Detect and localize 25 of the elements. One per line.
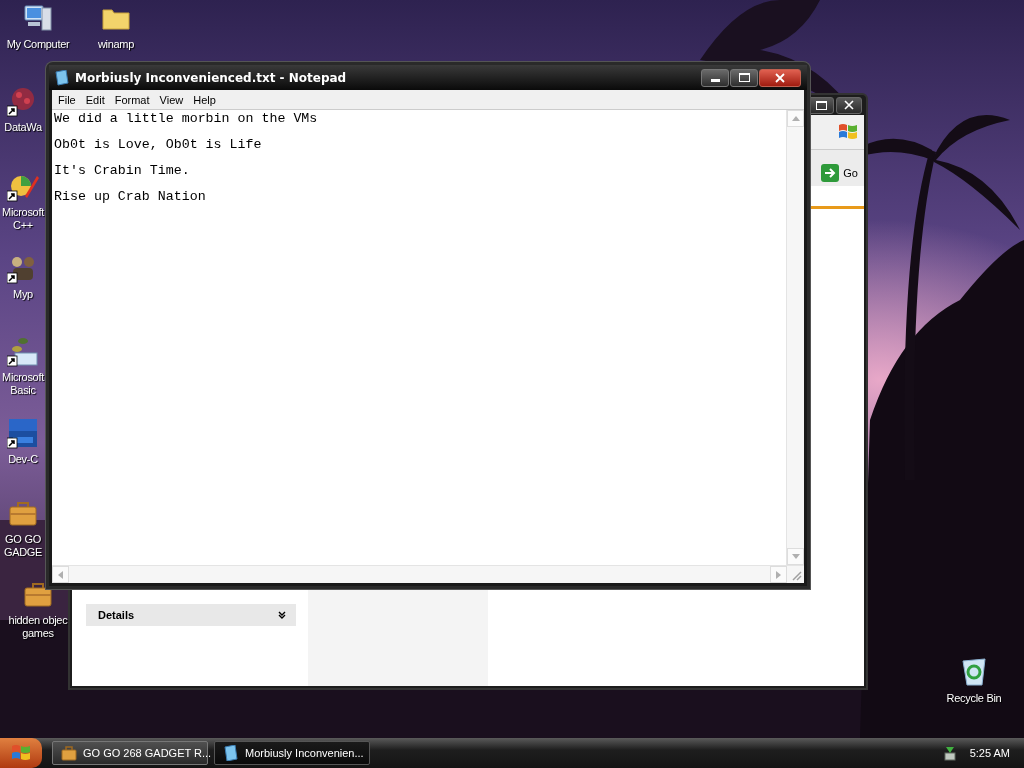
icon-label: winamp — [96, 38, 136, 51]
icon-label: GO GO GADGE — [2, 533, 44, 559]
details-panel[interactable]: Details — [86, 604, 296, 626]
taskbar-button[interactable]: GO GO 268 GADGET R... — [52, 741, 208, 765]
icon-label: Myp — [12, 288, 34, 301]
menu-item[interactable]: Edit — [80, 93, 110, 106]
window-title: Morbiusly Inconvenienced.txt - Notepad — [75, 70, 348, 85]
icon-label: Microsoft Basic — [1, 371, 46, 397]
taskbar-button[interactable]: Morbiusly Inconvenien... — [214, 741, 370, 765]
icon-label: Microsoft C++ — [1, 206, 46, 232]
text-line: Rise up Crab Nation — [54, 190, 207, 203]
icon-label: My Computer — [5, 38, 71, 51]
menu-item[interactable]: File — [53, 93, 81, 106]
icon-label: Recycle Bin — [945, 692, 1003, 705]
clock: 5:25 AM — [969, 747, 1010, 759]
panel-title: Details — [98, 609, 135, 621]
text-line: We did a little morbin on the VMs — [54, 112, 319, 125]
text-line: It's Crabin Time. — [54, 164, 191, 177]
icon-label: hidden objec games — [7, 614, 69, 640]
menu-item[interactable]: View — [154, 93, 189, 106]
icon-label: Dev-C — [7, 453, 39, 466]
menu-item[interactable]: Help — [188, 93, 221, 106]
menu-item[interactable]: Format — [109, 93, 155, 106]
icon-label: DataWa — [3, 121, 43, 134]
text-line: Ob0t is Love, Ob0t is Life — [54, 138, 263, 151]
